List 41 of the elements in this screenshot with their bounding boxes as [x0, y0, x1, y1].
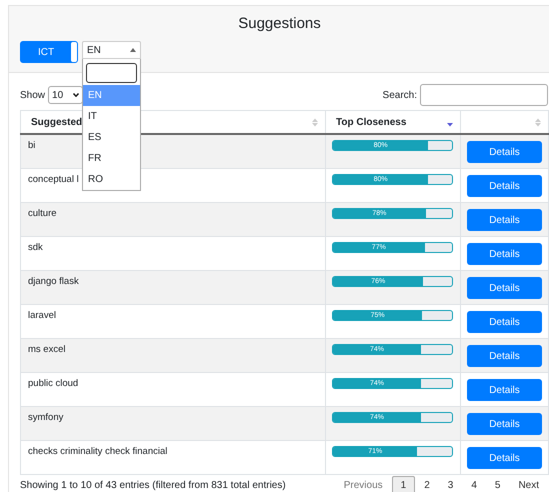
header-label: Top Closeness: [336, 116, 406, 128]
details-button[interactable]: Details: [467, 141, 542, 163]
details-button[interactable]: Details: [467, 311, 542, 333]
term-text: sdk: [27, 242, 43, 253]
details-button[interactable]: Details: [467, 379, 542, 401]
entries-info: Showing 1 to 10 of 43 entries (filtered from 831 total entries): [20, 480, 286, 491]
term-text: symfony: [27, 412, 64, 423]
term-text: ms excel: [27, 344, 66, 355]
page-link[interactable]: 1: [392, 476, 416, 492]
search-field[interactable]: [86, 63, 137, 83]
term-text: checks criminality check financial: [27, 446, 168, 457]
chevron-icon: [73, 93, 80, 97]
term-text: laravel: [27, 310, 56, 321]
page-title: Suggestions: [237, 14, 322, 34]
term-text: public cloud: [27, 378, 78, 389]
page-length-select[interactable]: 10: [48, 86, 84, 104]
details-button[interactable]: Details: [467, 345, 542, 367]
search-field[interactable]: [420, 84, 548, 106]
toggle-switch[interactable]: ICT: [20, 41, 78, 63]
page-link[interactable]: 2: [415, 476, 439, 492]
details-button[interactable]: Details: [467, 209, 542, 231]
dropdown-option[interactable]: RO: [83, 169, 140, 190]
page-link[interactable]: Next: [509, 476, 548, 492]
page-link[interactable]: 4: [462, 476, 486, 492]
header-label: Suggested: [31, 116, 82, 128]
term-text: django flask: [27, 276, 79, 287]
details-button[interactable]: Details: [467, 277, 542, 299]
term-text: culture: [27, 208, 57, 219]
page-link[interactable]: 3: [438, 476, 462, 492]
caret-icon: [130, 48, 136, 52]
page-link[interactable]: 5: [486, 476, 510, 492]
show-label: Show: [20, 90, 46, 100]
search-label: Search:: [382, 90, 417, 100]
details-button[interactable]: Details: [467, 447, 542, 469]
term-text: bi: [27, 140, 36, 151]
dropdown-option[interactable]: FR: [83, 148, 140, 169]
details-button[interactable]: Details: [467, 413, 542, 435]
details-button[interactable]: Details: [467, 243, 542, 265]
details-button[interactable]: Details: [467, 175, 542, 197]
term-text: conceptual l: [27, 174, 79, 185]
language-select[interactable]: EN: [82, 41, 141, 59]
